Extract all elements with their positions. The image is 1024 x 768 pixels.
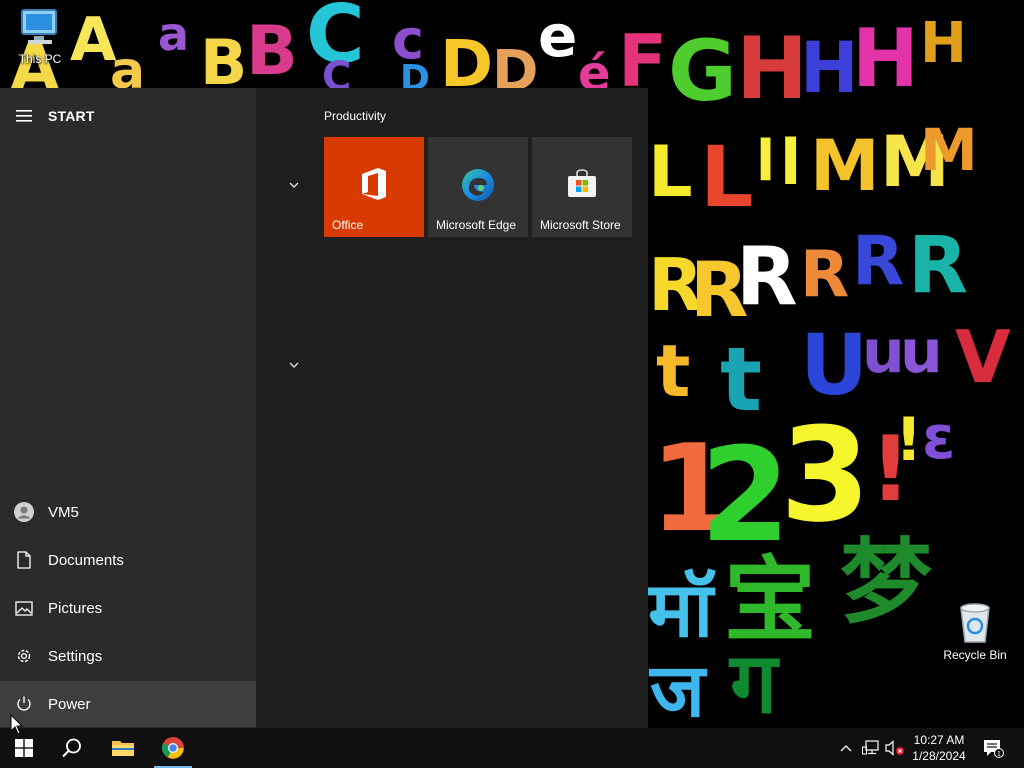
svg-text:t: t (720, 328, 762, 431)
tile-group-title: Productivity (324, 109, 387, 123)
user-avatar-icon (0, 489, 48, 535)
system-clock[interactable]: 10:27 AM 1/28/2024 (906, 728, 972, 768)
svg-text:u: u (862, 317, 905, 387)
tile-microsoft-store[interactable]: Microsoft Store (532, 137, 632, 237)
folder-icon (112, 741, 134, 756)
gear-icon (0, 633, 48, 679)
notification-count: 1 (997, 751, 1001, 758)
group-collapse-chevron-icon[interactable] (284, 177, 304, 193)
svg-text:H: H (800, 27, 859, 109)
svg-text:R: R (800, 238, 849, 312)
group-collapse-chevron-icon[interactable] (284, 357, 304, 373)
search-button[interactable] (48, 728, 96, 768)
svg-text:u: u (900, 317, 943, 387)
clock-time: 10:27 AM (913, 733, 965, 747)
network-icon[interactable] (860, 728, 882, 768)
taskbar-file-explorer[interactable] (100, 728, 146, 768)
tile-microsoft-edge-label: Microsoft Edge (436, 218, 517, 232)
search-icon (62, 738, 81, 758)
svg-text:मॉ: मॉ (646, 565, 716, 654)
svg-text:t: t (656, 329, 690, 413)
svg-text:梦: 梦 (840, 529, 932, 636)
rail-item-pictures-label: Pictures (48, 599, 103, 617)
svg-text:M: M (810, 125, 880, 207)
svg-text:V: V (955, 315, 1011, 399)
rail-item-power[interactable]: Power (0, 681, 256, 727)
clock-date: 1/28/2024 (912, 749, 966, 763)
svg-text:G: G (668, 22, 737, 120)
svg-text:L: L (648, 131, 693, 213)
rail-item-documents[interactable]: Documents (0, 537, 256, 583)
svg-text:!: ! (895, 405, 922, 475)
computer-icon (21, 9, 57, 44)
start-title: START (48, 108, 95, 124)
svg-text:l: l (756, 129, 775, 194)
svg-text:ɛ: ɛ (922, 403, 955, 473)
start-header: START (0, 102, 256, 130)
notification-icon: 1 (984, 740, 1004, 758)
svg-text:L: L (700, 128, 754, 226)
taskbar-google-chrome[interactable] (150, 728, 196, 768)
store-icon (532, 167, 632, 199)
svg-text:ग: ग (728, 634, 780, 732)
svg-text:H: H (852, 12, 919, 105)
this-pc-desktop-icon[interactable]: This PC (2, 6, 78, 66)
rail-item-pictures[interactable]: Pictures (0, 585, 256, 631)
start-rail: START VM5 Documents Pictures Settings Po… (0, 88, 256, 728)
tile-microsoft-edge[interactable]: Microsoft Edge (428, 137, 528, 237)
volume-muted-icon[interactable] (884, 728, 906, 768)
action-center-button[interactable]: 1 (978, 728, 1008, 768)
chrome-icon (162, 737, 184, 759)
show-hidden-icons-chevron-icon[interactable] (836, 728, 856, 768)
tile-microsoft-store-label: Microsoft Store (540, 218, 621, 232)
office-icon (324, 167, 424, 201)
svg-text:e: e (538, 2, 577, 70)
start-menu: START VM5 Documents Pictures Settings Po… (0, 88, 648, 728)
start-button[interactable] (0, 728, 48, 768)
recycle-bin-icon (960, 603, 990, 643)
power-icon (0, 681, 48, 727)
svg-text:H: H (920, 11, 967, 76)
svg-text:R: R (852, 222, 904, 301)
hamburger-icon[interactable] (0, 102, 48, 130)
svg-text:l: l (780, 126, 801, 199)
svg-text:B: B (246, 12, 298, 91)
svg-text:R: R (908, 221, 968, 311)
rail-item-documents-label: Documents (48, 551, 124, 569)
svg-text:R: R (736, 230, 798, 323)
rail-item-settings-label: Settings (48, 647, 103, 665)
rail-item-power-label: Power (48, 695, 91, 713)
recycle-bin-label: Recycle Bin (943, 648, 1007, 662)
document-icon (0, 537, 48, 583)
taskbar: 10:27 AM 1/28/2024 1 (0, 728, 1024, 768)
edge-icon (428, 167, 528, 203)
svg-text:M: M (920, 116, 978, 184)
svg-text:ज: ज (648, 648, 708, 734)
rail-item-user-label: VM5 (48, 503, 79, 521)
recycle-bin-desktop-icon[interactable]: Recycle Bin (937, 600, 1013, 662)
tile-office-label: Office (332, 218, 364, 232)
this-pc-label: This PC (18, 52, 62, 66)
svg-text:H: H (736, 19, 808, 119)
svg-text:a: a (158, 7, 189, 61)
pictures-icon (0, 585, 48, 631)
windows-logo-icon (15, 739, 33, 757)
rail-item-settings[interactable]: Settings (0, 633, 256, 679)
rail-item-user[interactable]: VM5 (0, 489, 256, 535)
tile-office[interactable]: Office (324, 137, 424, 237)
mouse-pointer-icon (10, 714, 24, 735)
